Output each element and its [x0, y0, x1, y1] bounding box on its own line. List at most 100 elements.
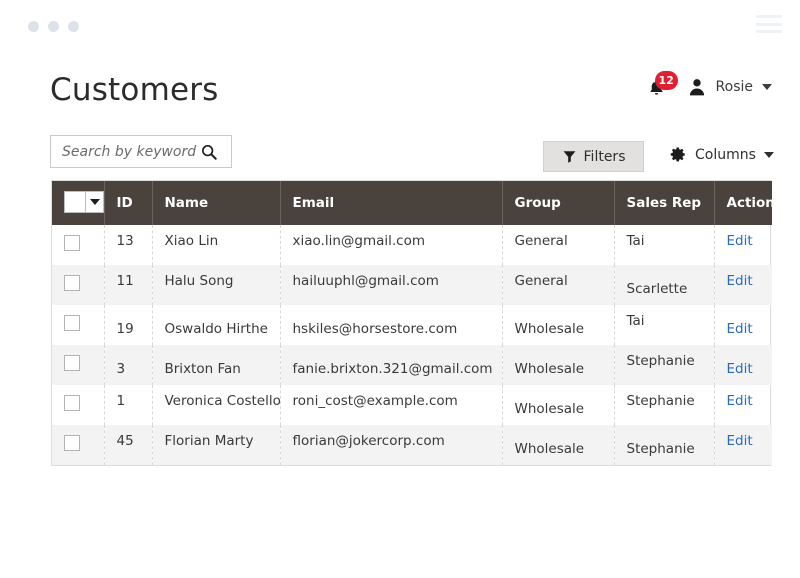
cell-name: Oswaldo Hirthe [152, 305, 281, 345]
table-row: 11 Halu Song hailuuphl@gmail.com General… [52, 265, 772, 305]
column-header-action: Action [714, 181, 775, 225]
columns-button-label: Columns [695, 146, 756, 163]
table-row: 45 Florian Marty florian@jokercorp.com W… [52, 425, 772, 465]
table-row: 13 Xiao Lin xiao.lin@gmail.com General T… [52, 225, 772, 265]
table-header-row: ID Name Email Group Sales Rep Action [52, 181, 775, 225]
chevron-down-icon [89, 198, 100, 205]
cell-id: 1 [104, 385, 153, 425]
search-input[interactable] [60, 142, 200, 161]
cell-name: Florian Marty [152, 425, 281, 465]
select-all-caret[interactable] [85, 191, 103, 212]
row-checkbox[interactable] [64, 355, 80, 371]
cell-action[interactable]: Edit [714, 425, 772, 465]
cell-id: 3 [104, 345, 153, 385]
select-all-dropdown[interactable] [64, 190, 104, 213]
cell-email: xiao.lin@gmail.com [280, 225, 503, 265]
hamburger-icon[interactable] [756, 15, 782, 33]
cell-group: General [502, 225, 615, 265]
cell-id: 13 [104, 225, 153, 265]
cell-action[interactable]: Edit [714, 225, 772, 265]
row-checkbox-cell[interactable] [52, 305, 105, 345]
cell-id: 45 [104, 425, 153, 465]
edit-link[interactable]: Edit [727, 361, 753, 377]
hamburger-bar-1 [756, 15, 782, 18]
table-row: 3 Brixton Fan fanie.brixton.321@gmail.co… [52, 345, 772, 385]
search-icon[interactable] [200, 143, 218, 161]
cell-name: Xiao Lin [152, 225, 281, 265]
row-checkbox[interactable] [64, 315, 80, 331]
customers-table: ID Name Email Group Sales Rep Action 13 … [51, 180, 775, 466]
row-checkbox[interactable] [64, 275, 80, 291]
cell-group: Wholesale [502, 345, 615, 385]
row-checkbox-cell[interactable] [52, 345, 105, 385]
cell-sales-rep: Stephanie [614, 425, 715, 465]
row-checkbox-cell[interactable] [52, 425, 105, 465]
cell-action[interactable]: Edit [714, 385, 772, 425]
hamburger-bar-3 [756, 30, 782, 33]
cell-sales-rep: Tai [614, 305, 715, 345]
cell-id: 11 [104, 265, 153, 305]
cell-sales-rep: Stephanie [614, 345, 715, 385]
cell-group: Wholesale [502, 425, 615, 465]
user-name-label: Rosie [715, 79, 753, 95]
cell-email: florian@jokercorp.com [280, 425, 503, 465]
user-menu[interactable]: Rosie [687, 76, 772, 98]
customers-page: Customers 12 Rosie F [0, 0, 800, 578]
cell-name: Brixton Fan [152, 345, 281, 385]
cell-email: hskiles@horsestore.com [280, 305, 503, 345]
window-dot-3 [68, 21, 79, 32]
cell-email: roni_cost@example.com [280, 385, 503, 425]
select-all-checkbox[interactable] [65, 191, 85, 212]
edit-link[interactable]: Edit [727, 233, 753, 249]
cell-action[interactable]: Edit [714, 345, 772, 385]
column-header-sales-rep[interactable]: Sales Rep [614, 181, 715, 225]
row-checkbox[interactable] [64, 435, 80, 451]
cell-sales-rep: Scarlette [614, 265, 715, 305]
column-header-email[interactable]: Email [280, 181, 503, 225]
column-header-select [52, 181, 105, 225]
filters-button[interactable]: Filters [543, 141, 644, 172]
cell-group: Wholesale [502, 385, 615, 425]
cell-name: Halu Song [152, 265, 281, 305]
row-checkbox-cell[interactable] [52, 225, 105, 265]
cell-sales-rep: Stephanie [614, 385, 715, 425]
edit-link[interactable]: Edit [727, 393, 753, 409]
header-actions: 12 Rosie [645, 71, 772, 100]
hamburger-bar-2 [756, 22, 782, 26]
row-checkbox-cell[interactable] [52, 385, 105, 425]
filters-button-label: Filters [583, 148, 626, 165]
cell-id: 19 [104, 305, 153, 345]
user-avatar-icon [689, 79, 704, 96]
window-dots [28, 21, 79, 32]
cell-action[interactable]: Edit [714, 305, 772, 345]
window-dot-1 [28, 21, 39, 32]
column-header-group[interactable]: Group [502, 181, 615, 225]
column-header-name[interactable]: Name [152, 181, 281, 225]
row-checkbox[interactable] [64, 395, 80, 411]
window-dot-2 [48, 21, 59, 32]
table-row: 19 Oswaldo Hirthe hskiles@horsestore.com… [52, 305, 772, 345]
notification-count-badge: 12 [654, 71, 678, 90]
page-title: Customers [50, 72, 219, 108]
chevron-down-icon[interactable] [762, 84, 772, 90]
cell-sales-rep: Tai [614, 225, 715, 265]
search-box[interactable] [50, 135, 232, 168]
row-checkbox-cell[interactable] [52, 265, 105, 305]
cell-email: hailuuphl@gmail.com [280, 265, 503, 305]
chevron-down-icon[interactable] [763, 151, 774, 158]
edit-link[interactable]: Edit [727, 321, 753, 337]
cell-name: Veronica Costello [152, 385, 281, 425]
gear-icon [670, 147, 685, 162]
cell-group: General [502, 265, 615, 305]
browser-chrome-bar [0, 0, 800, 42]
column-header-id[interactable]: ID [104, 181, 153, 225]
funnel-icon [563, 151, 575, 163]
edit-link[interactable]: Edit [727, 273, 753, 289]
edit-link[interactable]: Edit [727, 433, 753, 449]
notifications-button[interactable]: 12 [645, 71, 678, 100]
row-checkbox[interactable] [64, 235, 80, 251]
cell-action[interactable]: Edit [714, 265, 772, 305]
cell-email: fanie.brixton.321@gmail.com [280, 345, 503, 385]
columns-button[interactable]: Columns [668, 145, 774, 164]
table-row: 1 Veronica Costello roni_cost@example.co… [52, 385, 772, 425]
